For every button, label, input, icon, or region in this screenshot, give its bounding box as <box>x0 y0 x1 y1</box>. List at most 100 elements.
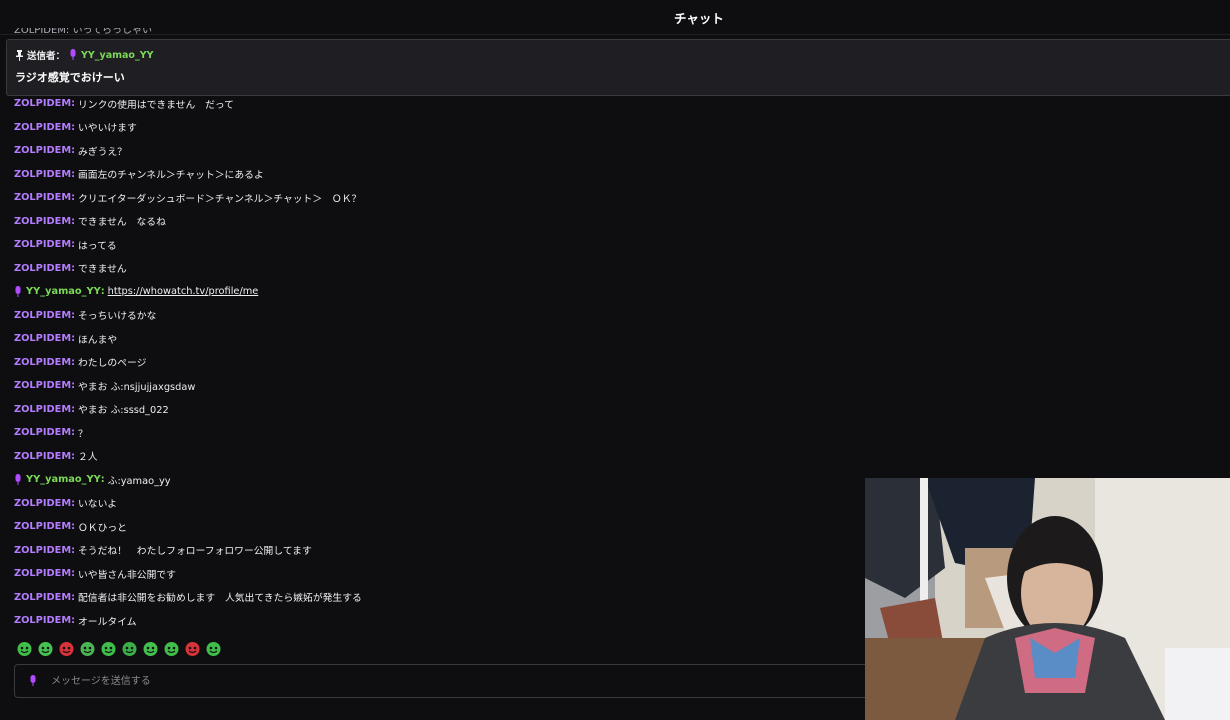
emote-bar <box>16 640 222 657</box>
pinned-label: 送信者： <box>27 51 66 62</box>
chat-message: ZOLPIDEM: はってる <box>14 233 854 257</box>
chat-separator: : <box>71 544 75 556</box>
chat-username[interactable]: ZOLPIDEM <box>14 357 71 368</box>
chat-username[interactable]: ZOLPIDEM <box>14 239 71 250</box>
chat-separator: : <box>71 192 75 204</box>
chat-text: ２人 <box>78 452 98 464</box>
chat-text: 画面左のチャンネル＞チャット＞にあるよ <box>78 170 264 182</box>
chat-message: ZOLPIDEM: クリエイターダッシュボード＞チャンネル＞チャット＞ ＯＫ？ <box>14 186 854 210</box>
chat-message: ZOLPIDEM: 配信者は非公開をお勧めします 人気出てきたら嫉妬が発生する <box>14 586 854 610</box>
chat-separator: : <box>71 356 75 368</box>
chat-text: できません なるね <box>78 217 166 229</box>
pin-icon <box>16 49 23 61</box>
chat-text: みぎうえ？ <box>78 146 127 158</box>
chat-message: ZOLPIDEM: やまお ふ:sssd_022 <box>14 398 854 422</box>
chat-text: いや皆さん非公開です <box>78 569 176 581</box>
chat-separator: : <box>71 591 75 603</box>
chat-message: ZOLPIDEM: オールタイム <box>14 609 854 633</box>
chat-username[interactable]: ZOLPIDEM <box>14 498 71 509</box>
chat-text: いないよ <box>78 499 117 511</box>
chat-separator: : <box>71 333 75 345</box>
chat-username[interactable]: ZOLPIDEM <box>14 427 71 438</box>
chat-username[interactable]: ZOLPIDEM <box>14 216 71 227</box>
chat-separator: : <box>71 262 75 274</box>
chat-username[interactable]: YY_yamao_YY <box>26 286 101 297</box>
chat-separator: : <box>100 474 105 486</box>
chat-text: ふ:yamao_yy <box>107 475 171 487</box>
chat-username[interactable]: YY_yamao_YY <box>26 474 101 485</box>
green-face-icon[interactable] <box>79 640 96 657</box>
mic-icon <box>15 473 21 485</box>
chat-username[interactable]: ZOLPIDEM <box>14 310 71 321</box>
chat-text: やまお ふ:nsjjujjaxgsdaw <box>78 381 196 393</box>
chat-username[interactable]: ZOLPIDEM <box>14 404 71 415</box>
chat-message: ZOLPIDEM: そうだね！ わたしフォローフォロワー公開してます <box>14 539 854 563</box>
chat-separator: : <box>71 239 75 251</box>
chat-username[interactable]: ZOLPIDEM <box>14 615 71 626</box>
chat-text: はってる <box>78 240 117 252</box>
green-plus-icon[interactable] <box>121 640 138 657</box>
chat-separator: : <box>71 380 75 392</box>
chat-username[interactable]: ZOLPIDEM <box>14 263 71 274</box>
red-mouth-icon[interactable] <box>184 640 201 657</box>
chat-separator: : <box>71 427 75 439</box>
chat-separator: : <box>71 568 75 580</box>
chat-separator: : <box>71 521 75 533</box>
chat-username[interactable]: ZOLPIDEM <box>14 98 71 109</box>
chat-message: ZOLPIDEM: いやいけます <box>14 116 854 140</box>
green-hat-icon[interactable] <box>37 640 54 657</box>
chat-text: クリエイターダッシュボード＞チャンネル＞チャット＞ ＯＫ？ <box>78 193 362 205</box>
chat-username[interactable]: ZOLPIDEM <box>14 545 71 556</box>
chat-username[interactable]: ZOLPIDEM <box>14 380 71 391</box>
chat-text: ほんまや <box>78 334 118 346</box>
chat-username[interactable]: ZOLPIDEM <box>14 145 71 156</box>
chat-text: ＯＫひっと <box>78 522 127 534</box>
green-chat-icon[interactable] <box>163 640 180 657</box>
chat-separator: : <box>71 215 75 227</box>
chat-username[interactable]: ZOLPIDEM <box>14 333 71 344</box>
pinned-text: ラジオ感覚でおけーい <box>15 71 125 84</box>
green-wave-icon[interactable] <box>100 640 117 657</box>
mic-icon <box>15 285 21 297</box>
chat-username[interactable]: ZOLPIDEM <box>14 521 71 532</box>
chat-text: そっちいけるかな <box>78 311 157 323</box>
chat-text: ？ <box>78 428 88 440</box>
chat-message: ZOLPIDEM:２人 <box>14 445 854 469</box>
chat-message: ZOLPIDEM: いないよ <box>14 492 854 516</box>
chat-message: ZOLPIDEM: そっちいけるかな <box>14 304 854 328</box>
chat-text: わたしのページ <box>78 358 147 370</box>
pinned-message[interactable]: 送信者： YY_yamao_YY ラジオ感覚でおけーい <box>6 39 1230 96</box>
pinned-header: 送信者： YY_yamao_YY <box>15 48 153 62</box>
green-blob-icon[interactable] <box>16 640 33 657</box>
chat-input[interactable] <box>49 674 833 688</box>
chat-message: ZOLPIDEM: みぎうえ？ <box>14 139 854 163</box>
chat-separator: : <box>71 450 75 462</box>
chat-separator: : <box>100 286 105 298</box>
green-smile-icon[interactable] <box>142 640 159 657</box>
chat-link[interactable]: https://whowatch.tv/profile/me <box>108 286 259 297</box>
chat-username[interactable]: ZOLPIDEM <box>14 568 71 579</box>
chat-message: ZOLPIDEM: できません なるね <box>14 210 854 234</box>
chat-separator: : <box>71 168 75 180</box>
chat-username[interactable]: ZOLPIDEM <box>14 122 71 133</box>
mic-icon <box>30 675 36 686</box>
chat-separator: : <box>71 403 75 415</box>
webcam-feed <box>865 478 1230 720</box>
chat-text: リンクの使用はできません だって <box>78 99 234 111</box>
chat-separator: : <box>71 615 75 627</box>
chat-username[interactable]: ZOLPIDEM <box>14 451 71 462</box>
chat-input-container[interactable] <box>14 664 874 698</box>
chat-username[interactable]: ZOLPIDEM <box>14 192 71 203</box>
chat-message: ZOLPIDEM: リンクの使用はできません だって <box>14 92 854 116</box>
chat-message: ZOLPIDEM: わたしのページ <box>14 351 854 375</box>
pinned-author[interactable]: YY_yamao_YY <box>81 50 153 61</box>
red-box-icon[interactable] <box>58 640 75 657</box>
chat-message: ZOLPIDEM: いや皆さん非公開です <box>14 562 854 586</box>
green-grin-icon[interactable] <box>205 640 222 657</box>
chat-username[interactable]: ZOLPIDEM <box>14 592 71 603</box>
chat-title: チャット <box>674 10 724 26</box>
chat-text: やまお ふ:sssd_022 <box>78 405 169 417</box>
chat-username[interactable]: ZOLPIDEM <box>14 169 71 180</box>
chat-text: できません <box>78 264 127 276</box>
chat-separator: : <box>71 98 75 110</box>
